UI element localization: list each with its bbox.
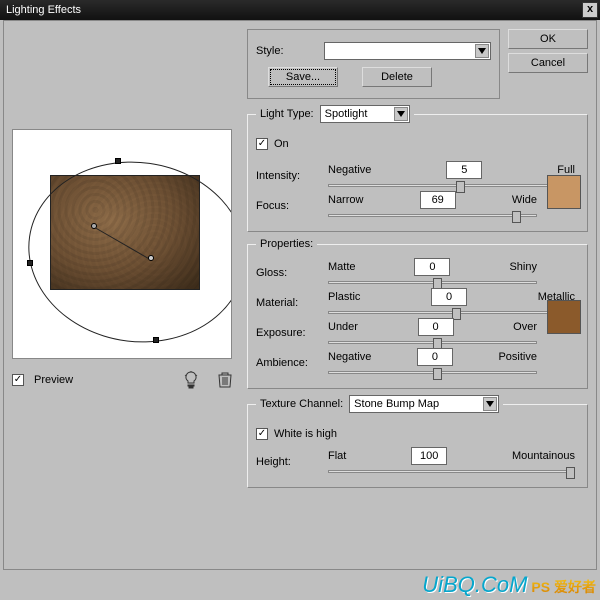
light-type-dropdown[interactable]: Spotlight (320, 105, 410, 123)
handle-s[interactable] (153, 337, 159, 343)
trash-icon[interactable] (213, 369, 237, 391)
cancel-button[interactable]: Cancel (508, 53, 588, 73)
dialog-body: Preview Style: (3, 20, 597, 570)
ambience-value[interactable]: 0 (417, 348, 453, 366)
dialog-title: Lighting Effects (6, 4, 81, 16)
handle-w[interactable] (27, 260, 33, 266)
white-is-high-checkbox[interactable] (256, 428, 268, 440)
ambience-slider[interactable] (328, 368, 537, 378)
preview-label: Preview (34, 374, 73, 386)
ambience-label: Ambience: (256, 357, 318, 369)
dialog-titlebar[interactable]: Lighting Effects x (0, 0, 600, 20)
properties-legend: Properties: (256, 238, 317, 250)
exposure-value[interactable]: 0 (418, 318, 454, 336)
light-target-handle[interactable] (148, 255, 154, 261)
intensity-label: Intensity: (256, 170, 318, 182)
light-type-group: Light Type: Spotlight On Intensity: (247, 105, 588, 232)
style-dropdown[interactable] (324, 42, 491, 60)
properties-group: Properties: Gloss: Matte0Shiny Material:… (247, 238, 588, 389)
texture-group: Texture Channel: Stone Bump Map White is… (247, 395, 588, 488)
watermark-bottom: UiBQ.CoM PS 爱好者 (422, 572, 596, 598)
chevron-down-icon (475, 44, 489, 58)
on-checkbox[interactable] (256, 138, 268, 150)
gloss-label: Gloss: (256, 267, 318, 279)
light-type-label: Light Type: (260, 108, 314, 120)
preview-checkbox[interactable] (12, 374, 24, 386)
focus-slider[interactable] (328, 211, 537, 221)
material-label: Material: (256, 297, 318, 309)
handle-n[interactable] (115, 158, 121, 164)
light-center-handle[interactable] (91, 223, 97, 229)
focus-label: Focus: (256, 200, 318, 212)
on-label: On (274, 138, 289, 150)
gloss-slider[interactable] (328, 278, 537, 288)
material-slider[interactable] (328, 308, 575, 318)
texture-channel-label: Texture Channel: (260, 398, 343, 410)
exposure-slider[interactable] (328, 338, 537, 348)
style-group: Style: Save... Delete (247, 29, 500, 99)
lightbulb-icon[interactable] (179, 369, 203, 391)
gloss-value[interactable]: 0 (414, 258, 450, 276)
exposure-label: Exposure: (256, 327, 318, 339)
save-button[interactable]: Save... (268, 67, 338, 87)
ok-button[interactable]: OK (508, 29, 588, 49)
height-value[interactable]: 100 (411, 447, 447, 465)
style-label: Style: (256, 45, 318, 57)
delete-button[interactable]: Delete (362, 67, 432, 87)
white-is-high-label: White is high (274, 428, 337, 440)
intensity-slider[interactable] (328, 181, 575, 191)
chevron-down-icon (394, 107, 408, 121)
left-panel: Preview (12, 29, 237, 561)
texture-channel-dropdown[interactable]: Stone Bump Map (349, 395, 499, 413)
intensity-value[interactable]: 5 (446, 161, 482, 179)
close-button[interactable]: x (582, 2, 598, 18)
height-slider[interactable] (328, 467, 575, 477)
height-label: Height: (256, 456, 318, 468)
preview-area[interactable] (12, 129, 232, 359)
chevron-down-icon (483, 397, 497, 411)
material-value[interactable]: 0 (431, 288, 467, 306)
focus-value[interactable]: 69 (420, 191, 456, 209)
